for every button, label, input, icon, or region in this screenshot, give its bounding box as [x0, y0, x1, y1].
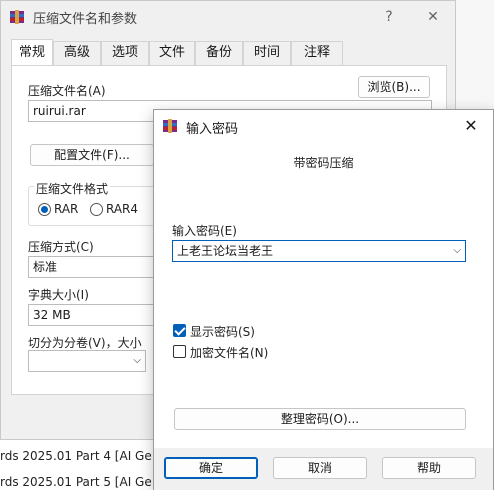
- dialog-heading: 带密码压缩: [293, 156, 354, 170]
- password-dialog-title-bar[interactable]: 输入密码 ✕: [154, 110, 493, 142]
- tab-files[interactable]: 文件: [149, 41, 195, 65]
- show-password-checkbox[interactable]: [173, 324, 186, 337]
- winrar-icon: [163, 119, 177, 133]
- password-value: 上老王论坛当老王: [177, 244, 274, 258]
- format-rar4-label[interactable]: RAR4: [106, 202, 138, 216]
- format-rar4-radio[interactable]: [90, 203, 103, 216]
- dialog-title: 压缩文件名和参数: [33, 12, 138, 27]
- encrypt-names-checkbox[interactable]: [173, 345, 186, 358]
- password-label: 输入密码(E): [172, 224, 237, 238]
- chevron-down-icon[interactable]: ⌵: [453, 241, 461, 261]
- cancel-button[interactable]: 取消: [273, 457, 367, 479]
- format-rar-radio[interactable]: [38, 203, 51, 216]
- tab-backup[interactable]: 备份: [195, 41, 243, 65]
- close-button[interactable]: ✕: [459, 114, 483, 138]
- password-dialog-title: 输入密码: [186, 122, 239, 137]
- organize-passwords-button[interactable]: 整理密码(O)...: [174, 408, 466, 430]
- password-dialog-body: 带密码压缩 输入密码(E) 上老王论坛当老王 ⌵ 显示密码(S) 加密文件名(N…: [154, 142, 493, 448]
- split-size-select[interactable]: ⌵: [28, 350, 146, 372]
- archive-name-label: 压缩文件名(A): [28, 84, 106, 98]
- winrar-icon: [10, 10, 24, 24]
- show-password-label[interactable]: 显示密码(S): [190, 323, 255, 340]
- password-dialog: 输入密码 ✕ 带密码压缩 输入密码(E) 上老王论坛当老王 ⌵ 显示密码(S) …: [153, 109, 494, 490]
- method-select[interactable]: 标准: [28, 256, 154, 278]
- password-input[interactable]: 上老王论坛当老王 ⌵: [172, 240, 466, 262]
- chevron-down-icon: ⌵: [133, 355, 141, 366]
- list-item[interactable]: rds 2025.01 Part 5 [AI Ge...: [0, 472, 160, 490]
- tab-comment[interactable]: 注释: [291, 41, 343, 65]
- help-button[interactable]: 帮助: [382, 457, 476, 479]
- dict-select[interactable]: 32 MB: [28, 304, 154, 326]
- ok-button[interactable]: 确定: [164, 457, 258, 479]
- encrypt-names-label[interactable]: 加密文件名(N): [190, 344, 268, 361]
- list-item[interactable]: rds 2025.01 Part 4 [AI Ge...: [0, 446, 160, 466]
- title-bar[interactable]: 压缩文件名和参数 ? ✕: [1, 1, 455, 33]
- close-button[interactable]: ✕: [421, 5, 445, 29]
- format-rar-label[interactable]: RAR: [54, 202, 78, 216]
- tab-general[interactable]: 常规: [11, 39, 53, 65]
- browse-button[interactable]: 浏览(B)...: [358, 76, 430, 98]
- tab-options[interactable]: 选项: [101, 41, 149, 65]
- dict-label: 字典大小(I): [28, 288, 89, 302]
- help-button[interactable]: ?: [377, 5, 401, 29]
- password-dialog-footer: 确定 取消 帮助: [154, 448, 493, 490]
- method-label: 压缩方式(C): [28, 240, 94, 254]
- profile-button[interactable]: 配置文件(F)...: [30, 144, 154, 166]
- tab-advanced[interactable]: 高级: [53, 41, 101, 65]
- split-label: 切分为分卷(V)，大小: [28, 336, 142, 350]
- format-group-label: 压缩文件格式: [34, 180, 111, 197]
- tab-time[interactable]: 时间: [243, 41, 291, 65]
